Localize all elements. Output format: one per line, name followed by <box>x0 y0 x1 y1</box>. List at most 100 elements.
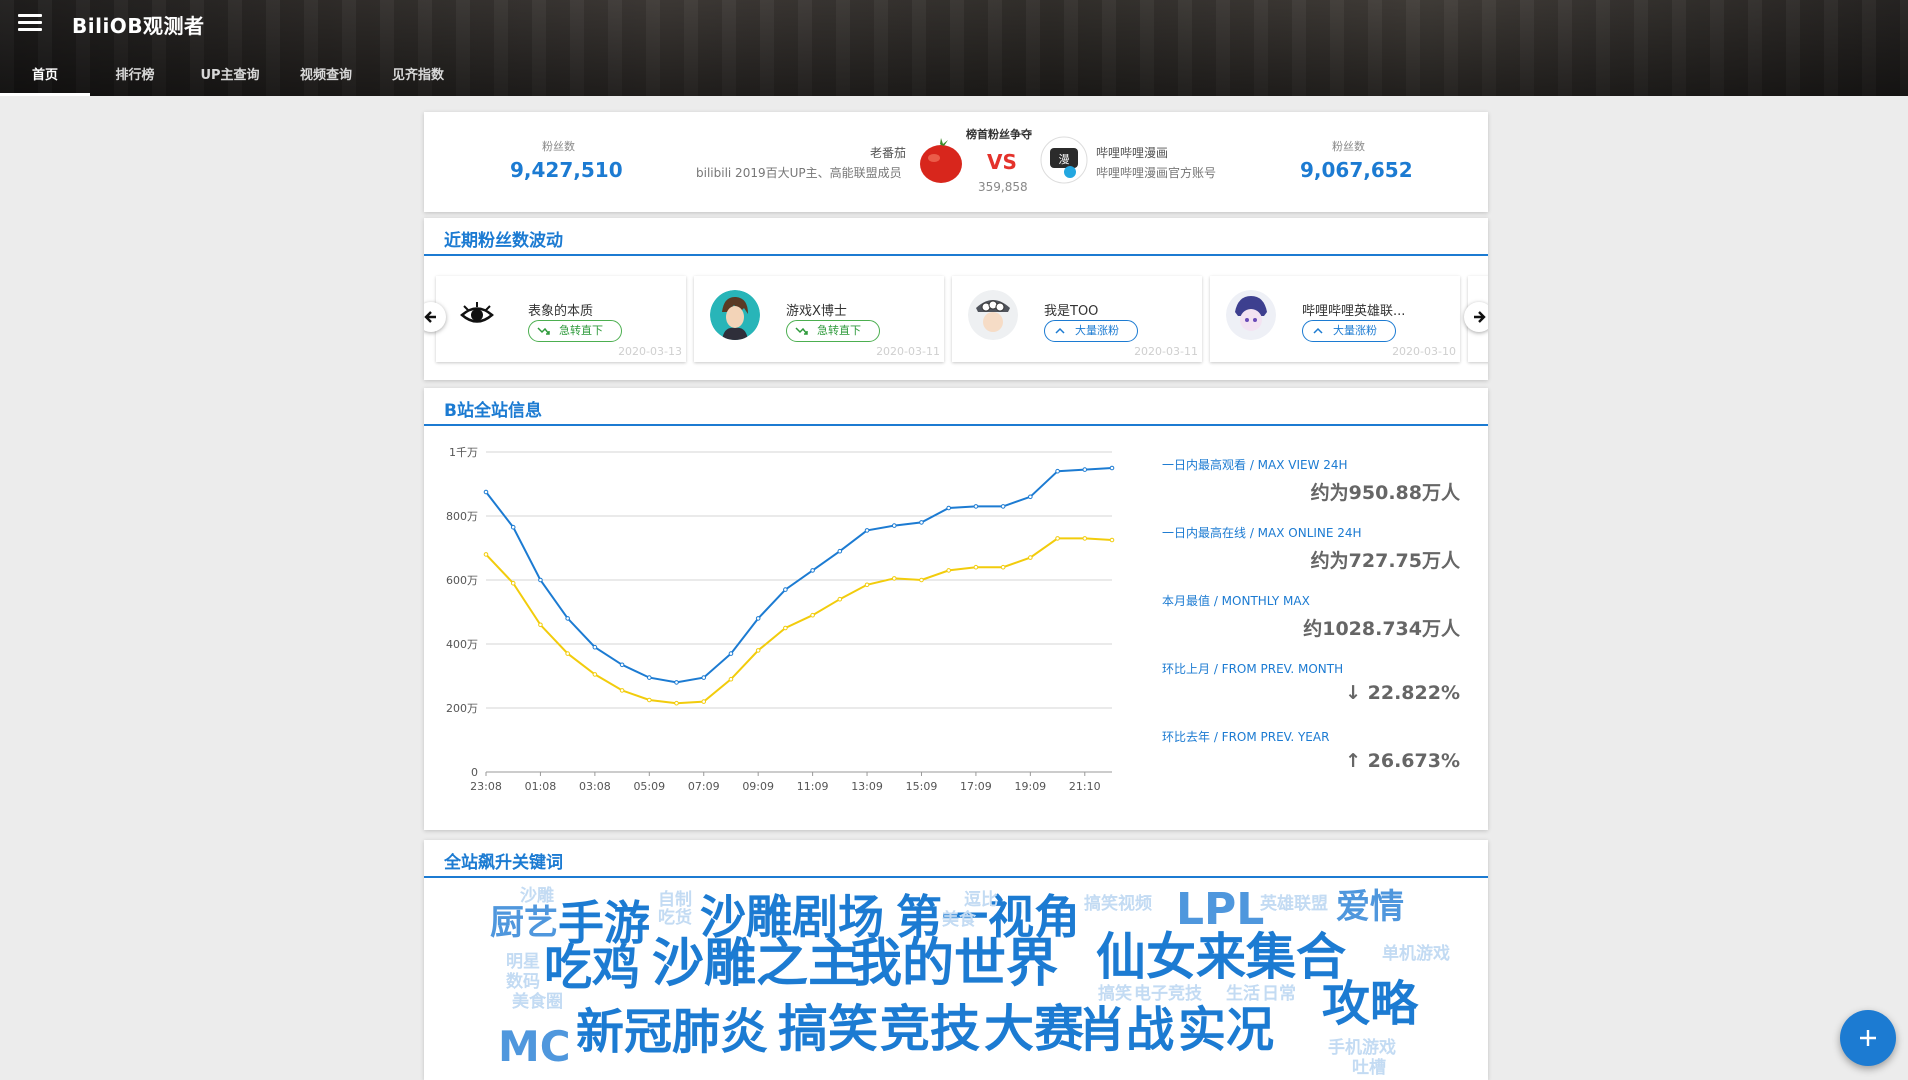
right-fans-label: 粉丝数 <box>1332 140 1365 153</box>
bilibili-manga-avatar[interactable]: 漫 <box>1040 136 1088 184</box>
stat-label-prev-month: 环比上月 / FROM PREV. MONTH <box>1162 662 1344 676</box>
fluctuation-item-date: 2020-03-11 <box>1134 345 1198 358</box>
series-point <box>973 564 979 570</box>
series-point <box>674 680 679 685</box>
trend-down-icon <box>537 327 550 335</box>
y-tick-label: 1千万 <box>449 446 478 459</box>
right-author-name[interactable]: 哔哩哔哩漫画 <box>1096 144 1168 161</box>
app-title: BiliOB观测者 <box>72 14 205 38</box>
fluctuation-item-name: 游戏X博士 <box>786 304 847 319</box>
arrow-right-icon <box>1474 311 1486 323</box>
series-point <box>619 688 625 693</box>
keyword[interactable]: 吃鸡 <box>544 944 640 992</box>
keyword[interactable]: 厨艺 <box>490 906 558 940</box>
left-fans-label: 粉丝数 <box>542 140 575 153</box>
tab-video-search[interactable]: 视频查询 <box>280 58 372 96</box>
tab-author-search[interactable]: UP主查询 <box>180 58 280 96</box>
x-tick-label: 01:08 <box>525 780 557 793</box>
stat-label-max-online: 一日内最高在线 / MAX ONLINE 24H <box>1162 526 1362 540</box>
series-point <box>728 651 734 656</box>
tab-home[interactable]: 首页 <box>0 58 90 96</box>
fluctuation-item[interactable]: 我是TOO 大量涨粉 2020-03-11 <box>952 276 1202 362</box>
keyword[interactable]: 生活 <box>1226 986 1260 1003</box>
keyword[interactable]: 搞笑 <box>778 1004 878 1054</box>
fluctuation-item-badge: 急转直下 <box>786 320 880 342</box>
keyword[interactable]: 英雄联盟 <box>1260 896 1328 913</box>
carousel-next-button[interactable] <box>1464 302 1488 332</box>
fluctuation-title: 近期粉丝数波动 <box>424 218 1488 256</box>
fluctuation-item[interactable]: 表象的本质 急转直下 2020-03-13 <box>436 276 686 362</box>
series-point <box>674 700 679 706</box>
keyword[interactable]: 攻略 <box>1322 980 1418 1028</box>
fluctuation-item-date: 2020-03-10 <box>1392 345 1456 358</box>
tomato-avatar[interactable] <box>918 136 964 184</box>
keyword[interactable]: 电子竞技 <box>1134 986 1202 1003</box>
keyword[interactable]: 逗比 <box>964 892 998 909</box>
series-point <box>592 644 598 650</box>
keyword[interactable]: MC <box>498 1026 571 1068</box>
keyword[interactable]: 仙女来集合 <box>1096 932 1346 982</box>
x-tick-label: 23:08 <box>470 780 502 793</box>
fluctuation-item-date: 2020-03-13 <box>618 345 682 358</box>
series-point <box>1055 536 1060 541</box>
keyword[interactable]: 吐槽 <box>1352 1060 1386 1077</box>
fluctuation-item-name: 我是TOO <box>1044 304 1099 319</box>
series-point <box>1055 468 1060 474</box>
keyword[interactable]: 美食圈 <box>512 994 563 1011</box>
keyword[interactable]: 自制 <box>658 892 692 909</box>
x-tick-label: 17:09 <box>960 780 992 793</box>
add-fab-button[interactable] <box>1840 1010 1896 1066</box>
fluctuation-item-name: 表象的本质 <box>528 304 594 319</box>
fluctuation-item[interactable]: 哔哩哔哩英雄联... 大量涨粉 2020-03-10 <box>1210 276 1460 362</box>
x-tick-label: 21:10 <box>1069 780 1101 793</box>
keyword[interactable]: 吃货 <box>658 910 692 927</box>
keyword[interactable]: 大赛 <box>984 1004 1084 1054</box>
keyword[interactable]: 爱情 <box>1336 890 1404 924</box>
battle-title: 榜首粉丝争夺 <box>966 128 1032 141</box>
keyword[interactable]: LPL <box>1176 888 1264 932</box>
stat-value-prev-year: ↑ 26.673% <box>1345 750 1460 772</box>
y-tick-label: 400万 <box>446 638 478 651</box>
series-point <box>1082 467 1088 472</box>
keyword[interactable]: 肖战 <box>1078 1006 1174 1054</box>
menu-icon[interactable] <box>18 14 42 34</box>
lol-avatar <box>1226 290 1276 340</box>
tab-jianqi-index[interactable]: 见齐指数 <box>372 58 464 96</box>
series-point <box>538 622 543 628</box>
keyword[interactable]: 实况 <box>1178 1006 1274 1054</box>
series-point <box>810 612 815 618</box>
keyword[interactable]: 明星 <box>506 954 540 971</box>
keyword[interactable]: 单机游戏 <box>1382 946 1450 963</box>
chevron-up-icon <box>1313 327 1323 334</box>
fluctuation-item-badge: 急转直下 <box>528 320 622 342</box>
fans-fluctuation-card: 近期粉丝数波动 表象的本质 急转直下 2020-03-13 游戏X博士 急转直下… <box>424 218 1488 380</box>
fluctuation-carousel: 表象的本质 急转直下 2020-03-13 游戏X博士 急转直下 2020-03… <box>424 272 1488 368</box>
keyword[interactable]: 沙雕之主 <box>652 938 860 990</box>
hot-keywords-card: 全站飙升关键词 沙雕 厨艺 手游 自制 吃货 沙雕剧场 第一视角 逗比 美食 搞笑视频 LPL 英雄联… <box>424 840 1488 1080</box>
keyword[interactable]: 手机游戏 <box>1328 1040 1396 1057</box>
series-point <box>919 520 924 525</box>
stat-value-max-online: 约为727.75万人 <box>1310 550 1460 572</box>
keyword[interactable]: 新冠肺炎 <box>576 1008 768 1056</box>
keyword[interactable]: 搞笑视频 <box>1084 896 1152 913</box>
series-point <box>783 625 788 631</box>
series-point <box>864 528 870 533</box>
keyword[interactable]: 美食 <box>942 912 976 929</box>
stat-value-prev-month: ↓ 22.822% <box>1345 682 1460 704</box>
keyword[interactable]: 搞笑 <box>1098 986 1132 1003</box>
keyword[interactable]: 数码 <box>506 974 540 991</box>
fluctuation-item[interactable]: 游戏X博士 急转直下 2020-03-11 <box>694 276 944 362</box>
vs-label: VS <box>987 150 1017 174</box>
x-tick-label: 11:09 <box>797 780 829 793</box>
x-tick-label: 09:09 <box>742 780 774 793</box>
series-point <box>864 582 870 588</box>
series-point <box>538 577 543 583</box>
tab-ranking[interactable]: 排行榜 <box>90 58 180 96</box>
x-tick-label: 03:08 <box>579 780 611 793</box>
keyword[interactable]: 日常 <box>1262 986 1296 1003</box>
series-point <box>810 568 815 573</box>
stat-label-max-view: 一日内最高观看 / MAX VIEW 24H <box>1162 458 1348 472</box>
left-author-name[interactable]: 老番茄 <box>870 144 906 161</box>
keyword[interactable]: 竞技 <box>880 1004 980 1054</box>
keyword[interactable]: 我的世界 <box>850 938 1058 990</box>
